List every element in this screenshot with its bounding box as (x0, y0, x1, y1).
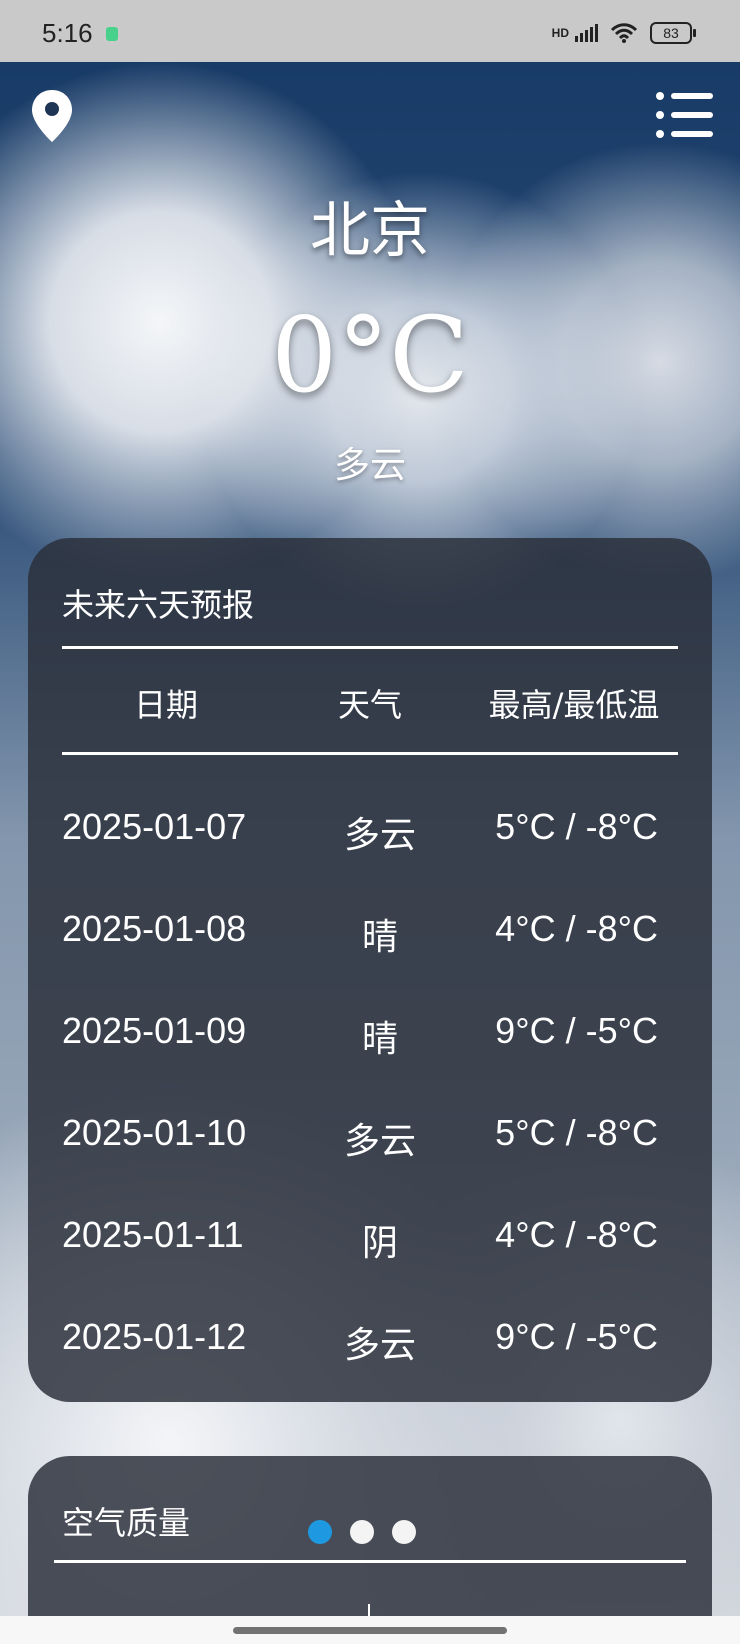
forecast-row: 2025-01-08 晴 4°C / -8°C (62, 908, 678, 1010)
forecast-weather: 多云 (343, 1324, 416, 1365)
forecast-weather: 多云 (343, 814, 416, 855)
forecast-date: 2025-01-11 (62, 1214, 244, 1255)
current-condition: 多云 (333, 445, 406, 486)
forecast-temperature: 4°C / -8°C (495, 1214, 658, 1255)
forecast-header-weather: 天气 (337, 686, 402, 724)
forecast-date: 2025-01-12 (62, 1316, 247, 1357)
forecast-list: 2025-01-07 多云 5°C / -8°C 2025-01-08 晴 4°… (62, 806, 678, 1418)
forecast-weather: 多云 (343, 1120, 416, 1161)
menu-icon[interactable] (654, 88, 716, 142)
forecast-header-date: 日期 (133, 686, 198, 724)
forecast-title: 未来六天预报 (62, 586, 255, 624)
forecast-date: 2025-01-08 (62, 908, 247, 949)
forecast-row: 2025-01-09 晴 9°C / -5°C (62, 1010, 678, 1112)
forecast-card: 未来六天预报 日期 天气 最高/最低温 2025-01-07 多云 5°C / … (28, 538, 712, 1402)
status-time: 5:16 (42, 18, 93, 48)
page-dot[interactable] (392, 1520, 416, 1544)
wifi-icon (610, 23, 638, 43)
forecast-weather: 晴 (361, 1018, 398, 1059)
battery-indicator: 83 (650, 22, 696, 44)
air-quality-divider (54, 1560, 686, 1563)
forecast-date: 2025-01-09 (62, 1010, 247, 1051)
location-pin-icon[interactable] (30, 88, 74, 144)
navigation-bar (0, 1616, 740, 1644)
forecast-temperature: 4°C / -8°C (495, 908, 658, 949)
page-dot-active[interactable] (308, 1520, 332, 1544)
forecast-row: 2025-01-11 阴 4°C / -8°C (62, 1214, 678, 1316)
forecast-weather: 阴 (361, 1222, 398, 1263)
forecast-row: 2025-01-10 多云 5°C / -8°C (62, 1112, 678, 1214)
forecast-divider-top (62, 646, 678, 649)
forecast-date: 2025-01-10 (62, 1112, 247, 1153)
status-indicators: HD 83 (551, 22, 696, 44)
network-label: HD (551, 26, 569, 40)
forecast-header-temperature: 最高/最低温 (488, 686, 660, 724)
current-temperature: 0°C (271, 294, 469, 416)
home-indicator[interactable] (233, 1627, 507, 1634)
page-indicator (308, 1520, 416, 1544)
page-dot[interactable] (350, 1520, 374, 1544)
status-bar: 5:16 HD 83 (0, 0, 740, 62)
signal-icon (575, 24, 598, 42)
forecast-weather: 晴 (361, 916, 398, 957)
forecast-temperature: 5°C / -8°C (495, 806, 658, 847)
air-quality-title: 空气质量 (62, 1504, 191, 1542)
forecast-row: 2025-01-07 多云 5°C / -8°C (62, 806, 678, 908)
city-name: 北京 (310, 196, 430, 266)
forecast-temperature: 9°C / -5°C (495, 1010, 658, 1051)
forecast-row: 2025-01-12 多云 9°C / -5°C (62, 1316, 678, 1418)
forecast-temperature: 9°C / -5°C (495, 1316, 658, 1357)
forecast-divider-middle (62, 752, 678, 755)
forecast-header: 日期 天气 最高/最低温 (62, 680, 678, 726)
forecast-date: 2025-01-07 (62, 806, 247, 847)
forecast-temperature: 5°C / -8°C (495, 1112, 658, 1153)
app-status-icon (106, 27, 118, 41)
